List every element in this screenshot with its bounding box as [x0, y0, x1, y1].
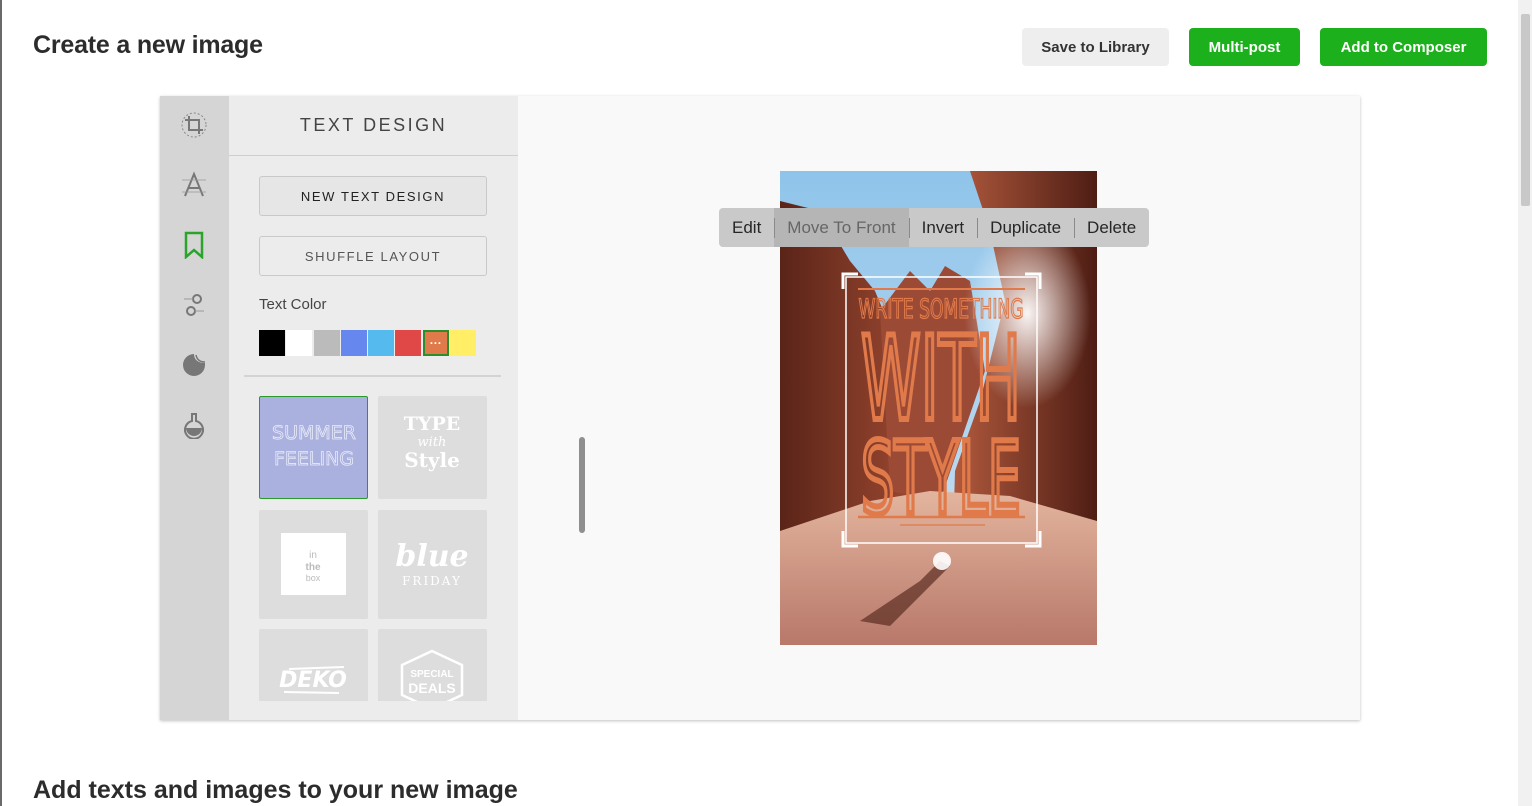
save-to-library-button[interactable]: Save to Library [1022, 28, 1169, 66]
invert-button[interactable]: Invert [908, 208, 978, 247]
page-title: Create a new image [33, 31, 263, 59]
page-scrollbar-thumb[interactable] [1521, 14, 1530, 206]
template-text-blue: blue [395, 539, 468, 574]
template-type-with-style[interactable]: TYPE with Style [378, 396, 487, 499]
move-to-front-button[interactable]: Move To Front [774, 208, 909, 247]
adjust-icon[interactable] [180, 291, 208, 319]
template-gallery: SUMMER FEELING TYPE with Style in the bo… [259, 396, 509, 701]
template-special-deals[interactable]: SPECIAL DEALS [378, 629, 487, 701]
bookmark-icon[interactable] [180, 231, 208, 259]
page-scrollbar[interactable] [1518, 0, 1532, 806]
swatch-white[interactable] [286, 330, 313, 356]
template-text-special: SPECIAL [410, 669, 453, 680]
overlay-text-line3: STYLE [861, 420, 1021, 537]
canvas-area: WRITE SOMETHING WITH STYLE Edit Move To … [518, 96, 1360, 720]
template-text-the: the [306, 562, 321, 573]
duplicate-button[interactable]: Duplicate [977, 208, 1074, 247]
template-text-friday: FRIDAY [402, 574, 462, 588]
text-icon[interactable] [180, 171, 208, 199]
multi-post-button[interactable]: Multi-post [1189, 28, 1300, 66]
template-text-deko: DEKO [279, 668, 347, 693]
template-blue-friday[interactable]: blue FRIDAY [378, 510, 487, 619]
template-text-box: box [306, 573, 321, 583]
add-to-composer-button[interactable]: Add to Composer [1320, 28, 1487, 66]
template-in-the-box[interactable]: in the box [259, 510, 368, 619]
swatch-red[interactable] [395, 330, 422, 356]
shuffle-layout-button[interactable]: SHUFFLE LAYOUT [259, 236, 487, 276]
template-text-deals: DEALS [408, 680, 455, 696]
image-editor: TEXT DESIGN NEW TEXT DESIGN SHUFFLE LAYO… [160, 96, 1360, 720]
sticker-icon[interactable] [180, 351, 208, 379]
swatch-orange-selected[interactable]: ··· [422, 330, 449, 356]
swatch-black[interactable] [259, 330, 285, 356]
template-text-in: in [309, 550, 317, 561]
panel-title: TEXT DESIGN [229, 96, 518, 156]
panel-divider [244, 375, 501, 377]
swatch-light-blue[interactable] [368, 330, 395, 356]
text-color-label: Text Color [259, 296, 327, 313]
color-swatches: ··· [259, 330, 477, 356]
swatch-grey[interactable] [313, 330, 340, 356]
template-text-summer: SUMMER [272, 422, 356, 444]
swatch-blue[interactable] [340, 330, 367, 356]
flask-icon[interactable] [180, 411, 208, 439]
crop-icon[interactable] [180, 111, 208, 139]
template-text-feeling: FEELING [274, 448, 354, 470]
delete-button[interactable]: Delete [1074, 208, 1149, 247]
window-edge [0, 0, 2, 806]
tool-rail [160, 96, 229, 720]
edit-button[interactable]: Edit [719, 208, 774, 247]
context-toolbar: Edit Move To Front Invert Duplicate Dele… [719, 208, 1150, 247]
new-text-design-button[interactable]: NEW TEXT DESIGN [259, 176, 487, 216]
swatch-yellow[interactable] [450, 330, 477, 356]
template-summer-feeling[interactable]: SUMMER FEELING [259, 396, 368, 499]
text-design-panel: TEXT DESIGN NEW TEXT DESIGN SHUFFLE LAYO… [229, 96, 585, 720]
section-title: Add texts and images to your new image [33, 776, 518, 804]
template-text-type: TYPE [404, 413, 460, 435]
template-text-style: Style [404, 448, 460, 472]
template-deko[interactable]: DEKO [259, 629, 368, 701]
